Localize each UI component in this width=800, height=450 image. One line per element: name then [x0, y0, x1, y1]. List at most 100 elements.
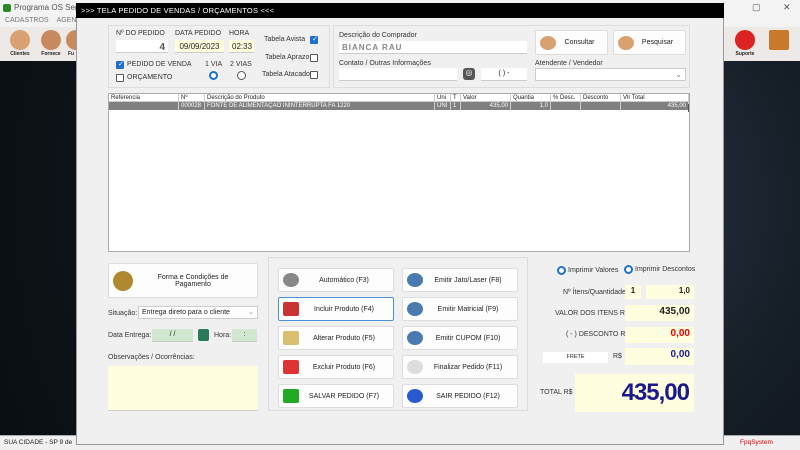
print-values-label: Imprimir Valores — [568, 267, 619, 274]
order-date-field[interactable]: 09/09/2023 — [175, 40, 224, 53]
seller-label: Atendente / Vendedor — [535, 60, 603, 67]
obs-textarea[interactable] — [108, 366, 258, 411]
items-table[interactable]: Referencia Nº Descrição do Produto Uni T Valo… — [108, 93, 690, 252]
toolbar-exit[interactable] — [764, 28, 794, 60]
order-date-label: DATA PEDIDO — [175, 30, 222, 37]
total-label: TOTAL R$ — [540, 389, 573, 396]
table-cell: 435,00 — [461, 102, 511, 110]
contact-field[interactable] — [339, 68, 457, 81]
label: Incluir Produto (F4) — [314, 305, 374, 313]
valor-itens-label: VALOR DOS ITENS R$ — [555, 310, 629, 317]
toolbar-fu[interactable]: Fu — [66, 28, 76, 60]
whatsapp-icon[interactable]: ◎ — [463, 68, 475, 80]
label: Emitir Matricial (F9) — [437, 305, 499, 313]
excluir-produto-button[interactable]: Excluir Produto (F6) — [278, 355, 394, 379]
incluir-produto-button[interactable]: Incluir Produto (F4) — [278, 297, 394, 321]
desconto-label: ( - ) DESCONTO R$ — [566, 331, 630, 338]
table-cell: UNI — [435, 102, 451, 110]
column-header[interactable]: % Desc. — [551, 94, 581, 102]
table-cell: 000028 — [179, 102, 205, 110]
automatico-button[interactable]: Automático (F3) — [278, 268, 394, 292]
table-cell — [581, 102, 621, 110]
orcamento-checkbox[interactable] — [116, 74, 124, 82]
tabela-aprazo-checkbox[interactable] — [310, 54, 318, 62]
print-discounts-label: Imprimir Descontos — [635, 266, 696, 273]
people-icon — [540, 35, 556, 50]
support-icon — [735, 30, 755, 50]
column-header[interactable]: Descrição do Produto — [205, 94, 435, 102]
quantity-field: 1,0 — [646, 285, 694, 299]
hora-field[interactable]: : — [232, 329, 257, 342]
toolbar-clientes[interactable]: Clientes — [5, 28, 35, 60]
data-entrega-field[interactable]: / / — [152, 329, 193, 342]
hora-label: Hora: — [214, 332, 232, 339]
print-discounts-radio[interactable] — [624, 265, 633, 274]
table-cell: FONTE DE ALIMENTAÇÃO ININTERRUPTA FA 122… — [205, 102, 435, 110]
table-row[interactable]: 000028 FONTE DE ALIMENTAÇÃO ININTERRUPTA … — [109, 102, 689, 110]
coins-icon — [113, 270, 133, 291]
order-time-field[interactable]: 02:33 — [229, 40, 254, 53]
security-camera-house-icon — [283, 302, 299, 316]
payment-conditions-button[interactable]: Forma e Condições de Pagamento — [108, 263, 258, 298]
label: Suporte — [735, 51, 755, 57]
order-number-field[interactable]: 4 — [116, 40, 168, 53]
column-header[interactable]: Desconto — [581, 94, 621, 102]
tabela-avista-checkbox[interactable] — [310, 35, 318, 44]
scrollbar[interactable] — [688, 104, 689, 112]
via1-radio[interactable] — [209, 71, 218, 80]
edit-list-icon — [283, 331, 299, 345]
buyer-name-field[interactable]: BIANCA RAU — [339, 41, 527, 54]
label: Emitir CUPOM (F10) — [435, 334, 501, 342]
emitir-cupom-button[interactable]: Emitir CUPOM (F10) — [402, 326, 518, 350]
barcode-icon — [283, 273, 299, 287]
buyer-label: Descrição do Comprador — [339, 32, 417, 39]
menu-cadastros[interactable]: CADASTROS — [5, 17, 49, 24]
finalizar-pedido-button[interactable]: Finalizar Pedido (F11) — [402, 355, 518, 379]
label: Fu — [67, 51, 75, 57]
emitir-jato-laser-button[interactable]: Emitir Jato/Laser (F8) — [402, 268, 518, 292]
column-header[interactable]: Uni — [435, 94, 451, 102]
phone-field[interactable]: ( ) - — [481, 68, 527, 81]
pedido-venda-checkbox[interactable] — [116, 60, 124, 69]
desconto-field[interactable]: 0,00 — [625, 327, 694, 343]
situacao-label: Situação: — [108, 310, 138, 317]
calendar-icon[interactable] — [198, 329, 209, 341]
chevron-down-icon: ⌄ — [675, 70, 682, 79]
consultar-button[interactable]: Consultar — [535, 30, 608, 55]
frete-field[interactable]: 0,00 — [625, 348, 694, 365]
print-values-radio[interactable] — [557, 266, 566, 275]
label: Clientes — [10, 51, 30, 57]
frete-button[interactable]: FRETE — [543, 352, 608, 363]
orcamento-label: ORÇAMENTO — [127, 74, 173, 81]
situacao-select[interactable]: Entrega direto para o cliente ⌄ — [138, 306, 258, 319]
column-header[interactable]: Nº — [179, 94, 205, 102]
label: SAIR PEDIDO (F12) — [436, 392, 500, 400]
tabela-atacado-label: Tabela Atacado — [262, 71, 310, 78]
clients-icon — [10, 30, 30, 50]
salvar-pedido-button[interactable]: SALVAR PEDIDO (F7) — [278, 384, 394, 408]
total-field: 435,00 — [575, 374, 694, 412]
supplier-icon — [41, 30, 61, 50]
tabela-atacado-checkbox[interactable] — [310, 71, 318, 79]
column-header[interactable]: Referencia — [109, 94, 179, 102]
dialog-title: >>> TELA PEDIDO DE VENDAS / ORÇAMENTOS <… — [76, 3, 724, 18]
alterar-produto-button[interactable]: Alterar Produto (F5) — [278, 326, 394, 350]
column-header[interactable]: Valor — [461, 94, 511, 102]
sair-pedido-button[interactable]: SAIR PEDIDO (F12) — [402, 384, 518, 408]
column-header[interactable]: T — [451, 94, 461, 102]
close-icon[interactable]: ✕ — [783, 2, 791, 13]
status-city: SUA CIDADE - SP 9 de — [4, 439, 73, 446]
column-header[interactable]: Quantia — [511, 94, 551, 102]
via2-radio[interactable] — [237, 71, 246, 80]
maximize-icon[interactable]: ▢ — [752, 2, 761, 13]
emitir-matricial-button[interactable]: Emitir Matricial (F9) — [402, 297, 518, 321]
pesquisar-button[interactable]: Pesquisar — [613, 30, 686, 55]
toolbar-suporte[interactable]: Suporte — [730, 28, 760, 60]
via2-label: 2 VIAS — [230, 61, 252, 68]
seller-select[interactable]: ⌄ — [535, 68, 686, 81]
toolbar-fornece[interactable]: Fornece — [36, 28, 66, 60]
column-header[interactable]: Vlr Total — [621, 94, 689, 102]
chevron-down-icon: ⌄ — [248, 309, 254, 316]
printer-icon — [407, 273, 423, 287]
tabela-aprazo-label: Tabela Aprazo — [265, 54, 310, 61]
